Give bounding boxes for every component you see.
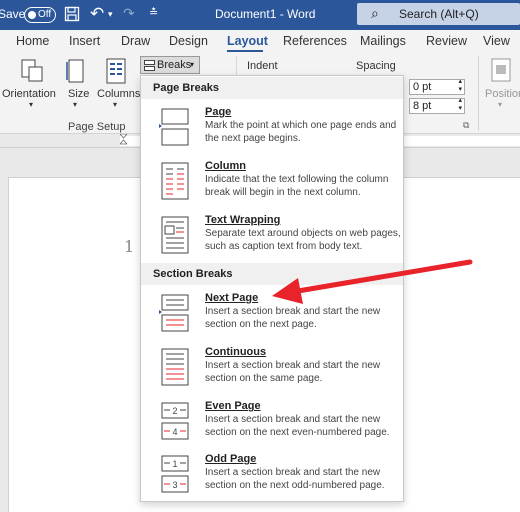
annotation-arrow bbox=[272, 259, 473, 304]
